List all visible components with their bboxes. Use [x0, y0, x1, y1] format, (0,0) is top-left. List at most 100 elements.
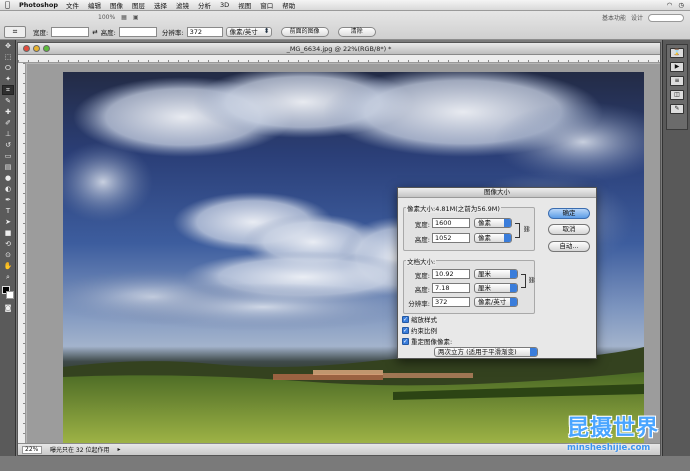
ok-button[interactable]: 确定: [548, 208, 590, 219]
pixel-width-unit-select[interactable]: 像素: [474, 218, 512, 228]
menu-image[interactable]: 图像: [110, 0, 123, 10]
application-bar: 100% ▦ ▣ 基本功能 设计: [0, 11, 690, 24]
workspace-essentials[interactable]: 基本功能: [602, 13, 626, 22]
status-arrow-icon[interactable]: ▸: [117, 446, 120, 453]
menu-3d[interactable]: 3D: [220, 1, 229, 9]
type-tool-icon[interactable]: T: [2, 206, 14, 216]
checkbox-checked-icon: ✓: [402, 337, 409, 345]
paths-panel-icon[interactable]: ✎: [670, 104, 684, 114]
height-input[interactable]: [118, 27, 157, 37]
menu-file[interactable]: 文件: [66, 0, 79, 10]
quick-mask-icon[interactable]: ◙: [2, 303, 14, 313]
pen-tool-icon[interactable]: ✒: [2, 195, 14, 205]
pixel-height-input[interactable]: 1052: [432, 233, 470, 243]
dodge-tool-icon[interactable]: ◐: [2, 184, 14, 194]
width-input[interactable]: [51, 27, 90, 37]
3d-rotate-tool-icon[interactable]: ⟲: [2, 239, 14, 249]
clear-button[interactable]: 清除: [337, 27, 376, 37]
menu-view[interactable]: 视图: [238, 0, 251, 10]
watermark-logo: 昆摄世界 minsheshijie.com: [567, 416, 685, 464]
color-swatches: [0, 286, 15, 302]
menu-filter[interactable]: 滤镜: [176, 0, 189, 10]
scale-styles-checkbox[interactable]: ✓ 缩放样式: [402, 314, 437, 324]
eyedropper-tool-icon[interactable]: ✎: [2, 96, 14, 106]
auto-button[interactable]: 自动...: [548, 241, 590, 252]
shape-tool-icon[interactable]: ■: [2, 228, 14, 238]
menu-analysis[interactable]: 分析: [198, 0, 211, 10]
zoom-field[interactable]: 22%: [22, 445, 42, 454]
wifi-icon[interactable]: ◠: [667, 1, 673, 9]
help-search-input[interactable]: [648, 13, 684, 22]
move-tool-icon[interactable]: ✥: [2, 41, 14, 51]
crop-tool-preset-icon[interactable]: ⌗: [4, 26, 26, 38]
horizontal-ruler[interactable]: [18, 55, 660, 63]
crop-tool-icon[interactable]: ⌗: [2, 85, 14, 95]
document-size-label: 文档大小:: [406, 256, 437, 266]
doc-height-input[interactable]: 7.18: [432, 283, 470, 293]
resolution-unit-select[interactable]: 像素/英寸: [225, 27, 272, 37]
front-image-button[interactable]: 前面的图像: [280, 27, 329, 37]
background-color-swatch[interactable]: [6, 291, 14, 299]
pixel-constrain-link: [515, 223, 520, 238]
status-bar: 22% 曝光只在 32 位起作用 ▸: [18, 443, 660, 455]
layers-panel-icon[interactable]: ≡: [670, 76, 684, 86]
resample-method-select[interactable]: 两次立方 (适用于平滑渐变): [434, 347, 538, 357]
marquee-tool-icon[interactable]: ⬚: [2, 52, 14, 62]
menu-select[interactable]: 选择: [154, 0, 167, 10]
workspace-switcher: 基本功能 设计: [602, 13, 690, 22]
watermark-title: 昆摄世界: [567, 416, 660, 441]
checkbox-checked-icon: ✓: [402, 326, 409, 334]
apple-icon[interactable]: : [5, 0, 15, 10]
constrain-proportions-checkbox[interactable]: ✓ 约束比例: [402, 325, 437, 335]
pixel-height-unit-select[interactable]: 像素: [474, 233, 512, 243]
actions-panel-icon[interactable]: ▶: [670, 62, 684, 72]
status-info[interactable]: 曝光只在 32 位起作用: [50, 445, 109, 454]
menu-layer[interactable]: 图层: [132, 0, 145, 10]
doc-width-label: 宽度:: [414, 272, 430, 280]
path-selection-tool-icon[interactable]: ➤: [2, 217, 14, 227]
magic-wand-tool-icon[interactable]: ✦: [2, 74, 14, 84]
brush-tool-icon[interactable]: ✐: [2, 118, 14, 128]
resolution-input[interactable]: 372: [186, 27, 223, 37]
clock-icon[interactable]: ◷: [678, 1, 684, 9]
menu-window[interactable]: 窗口: [260, 0, 273, 10]
checkbox-checked-icon: ✓: [402, 315, 409, 323]
doc-chain-icon: ⛓: [528, 277, 536, 284]
app-menu[interactable]: Photoshop: [19, 1, 58, 9]
zoom-level-display[interactable]: 100%: [98, 14, 115, 21]
menu-help[interactable]: 帮助: [282, 0, 295, 10]
hand-tool-icon[interactable]: ✋: [2, 261, 14, 271]
resample-checkbox[interactable]: ✓ 重定图像像素:: [402, 336, 452, 346]
gradient-tool-icon[interactable]: ▤: [2, 162, 14, 172]
doc-height-unit-select[interactable]: 厘米: [474, 283, 518, 293]
document-titlebar: _MG_6634.jpg @ 22%(RGB/8*) *: [18, 43, 660, 55]
menu-edit[interactable]: 编辑: [88, 0, 101, 10]
healing-brush-tool-icon[interactable]: ✚: [2, 107, 14, 117]
doc-resolution-unit-select[interactable]: 像素/英寸: [474, 297, 518, 307]
resolution-label: 分辨率:: [161, 29, 184, 37]
menu-bar:  Photoshop 文件 编辑 图像 图层 选择 滤镜 分析 3D 视图 窗…: [0, 0, 690, 11]
toolbox: ✥ ⬚ ⵔ ✦ ⌗ ✎ ✚ ✐ ⊥ ↺ ▭ ▤ ● ◐ ✒ T ➤ ■ ⟲ ⊙ …: [0, 40, 16, 456]
arrange-icon[interactable]: ▦: [121, 14, 127, 21]
workspace-design[interactable]: 设计: [631, 13, 643, 22]
3d-orbit-tool-icon[interactable]: ⊙: [2, 250, 14, 260]
channels-panel-icon[interactable]: ◫: [670, 90, 684, 100]
screen-mode-icon[interactable]: ▣: [133, 14, 139, 21]
lasso-tool-icon[interactable]: ⵔ: [2, 63, 14, 73]
history-panel-icon[interactable]: ⌛: [670, 48, 684, 58]
blur-tool-icon[interactable]: ●: [2, 173, 14, 183]
doc-width-input[interactable]: 10.92: [432, 269, 470, 279]
cancel-button[interactable]: 取消: [548, 224, 590, 235]
panel-dock: ⌛ ▶ ≡ ◫ ✎: [662, 40, 690, 456]
doc-resolution-input[interactable]: 372: [432, 297, 470, 307]
vertical-ruler[interactable]: [18, 63, 26, 443]
pixel-height-label: 高度:: [414, 236, 430, 244]
swap-icon[interactable]: ⇄: [92, 28, 97, 36]
zoom-tool-icon[interactable]: ⌕: [2, 272, 14, 282]
eraser-tool-icon[interactable]: ▭: [2, 151, 14, 161]
doc-width-unit-select[interactable]: 厘米: [474, 269, 518, 279]
menu-extras: ◠ ◷: [667, 1, 690, 9]
history-brush-tool-icon[interactable]: ↺: [2, 140, 14, 150]
clone-stamp-tool-icon[interactable]: ⊥: [2, 129, 14, 139]
pixel-width-input[interactable]: 1600: [432, 218, 470, 228]
